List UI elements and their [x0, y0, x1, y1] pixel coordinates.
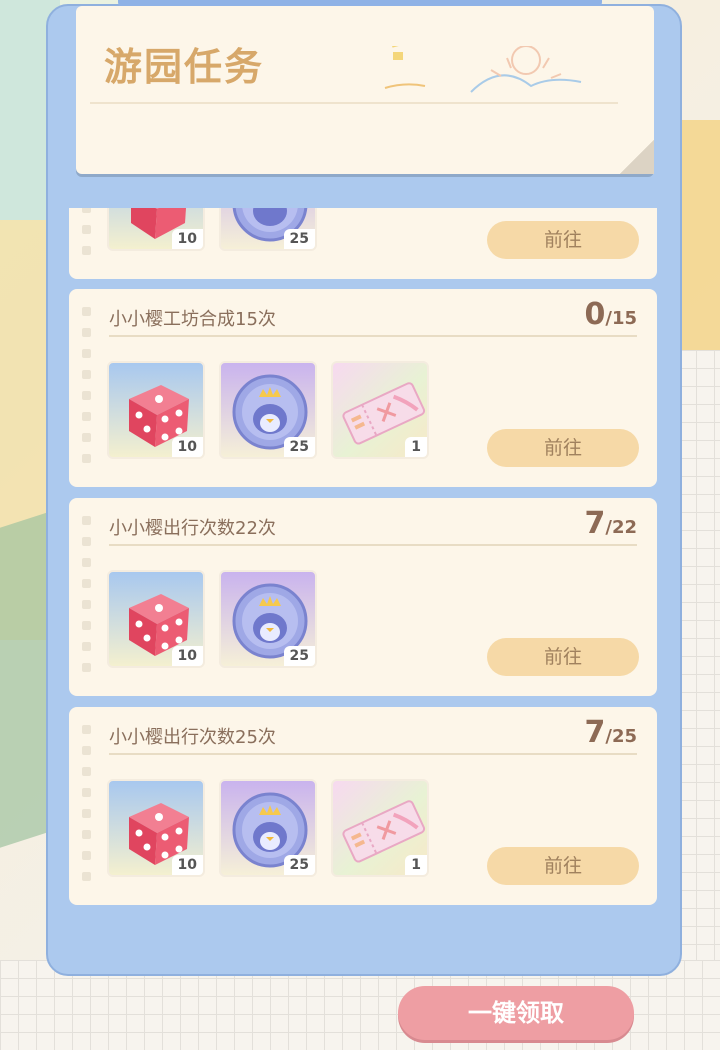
reward-ticket[interactable]: 1	[331, 361, 429, 459]
reward-count: 25	[283, 229, 315, 249]
progress-current: 0	[584, 297, 606, 332]
header-card: 游园任务	[76, 6, 654, 174]
task-divider	[109, 544, 637, 546]
claim-all-button[interactable]: 一键领取	[398, 986, 634, 1040]
progress-total: /15	[605, 308, 637, 329]
page-fold-corner	[620, 140, 654, 174]
reward-count: 10	[171, 855, 203, 875]
header-divider	[90, 102, 618, 104]
task-title: 小小樱工坊合成15次	[109, 309, 276, 330]
reward-coin[interactable]: 25	[219, 361, 317, 459]
task-card: 小小樱工坊合成15次 0/15 10 25 1 前往	[69, 289, 657, 487]
reward-ticket[interactable]: 1	[331, 779, 429, 877]
progress-current: 7	[584, 715, 606, 750]
reward-count: 1	[405, 437, 427, 457]
notebook-holes	[82, 307, 92, 475]
progress-total: /22	[605, 517, 637, 538]
task-title: 小小樱出行次数22次	[109, 518, 276, 539]
go-button[interactable]: 前往	[487, 638, 639, 676]
reward-count: 25	[283, 646, 315, 666]
notebook-holes	[82, 516, 92, 684]
reward-count: 10	[171, 646, 203, 666]
progress-total: /25	[605, 726, 637, 747]
task-card: 小小樱出行次数22次 7/22 10 25 前往	[69, 498, 657, 696]
task-title: 小小樱出行次数25次	[109, 727, 276, 748]
reward-dice[interactable]: 10	[107, 570, 205, 668]
task-divider	[109, 335, 637, 337]
go-button[interactable]: 前往	[487, 847, 639, 885]
reward-count: 10	[171, 437, 203, 457]
go-button[interactable]: 前往	[487, 429, 639, 467]
reward-count: 1	[405, 855, 427, 875]
task-card: 小小樱出行次数25次 7/25 10 25 1 前往	[69, 707, 657, 905]
sun-doodle-icon	[384, 46, 582, 93]
task-list[interactable]: 10 25 前往 小小樱工坊合成15次 0/15 10 25 1 前往 小小樱出…	[69, 208, 657, 920]
task-progress: 7/25	[585, 715, 638, 750]
go-button[interactable]: 前往	[487, 221, 639, 259]
task-divider	[109, 753, 637, 755]
progress-current: 7	[584, 506, 606, 541]
reward-dice[interactable]: 10	[107, 779, 205, 877]
page-title: 游园任务	[104, 45, 265, 89]
reward-count: 10	[171, 229, 203, 249]
reward-coin[interactable]: 25	[219, 570, 317, 668]
task-progress: 7/22	[585, 506, 638, 541]
notebook-holes	[82, 725, 92, 893]
reward-dice[interactable]: 10	[107, 208, 205, 251]
reward-count: 25	[283, 437, 315, 457]
task-card: 10 25 前往	[69, 208, 657, 279]
notebook-holes	[82, 208, 92, 267]
background-decoration	[0, 512, 48, 848]
reward-dice[interactable]: 10	[107, 361, 205, 459]
reward-coin[interactable]: 25	[219, 779, 317, 877]
reward-count: 25	[283, 855, 315, 875]
reward-coin[interactable]: 25	[219, 208, 317, 251]
task-progress: 0/15	[585, 297, 638, 332]
